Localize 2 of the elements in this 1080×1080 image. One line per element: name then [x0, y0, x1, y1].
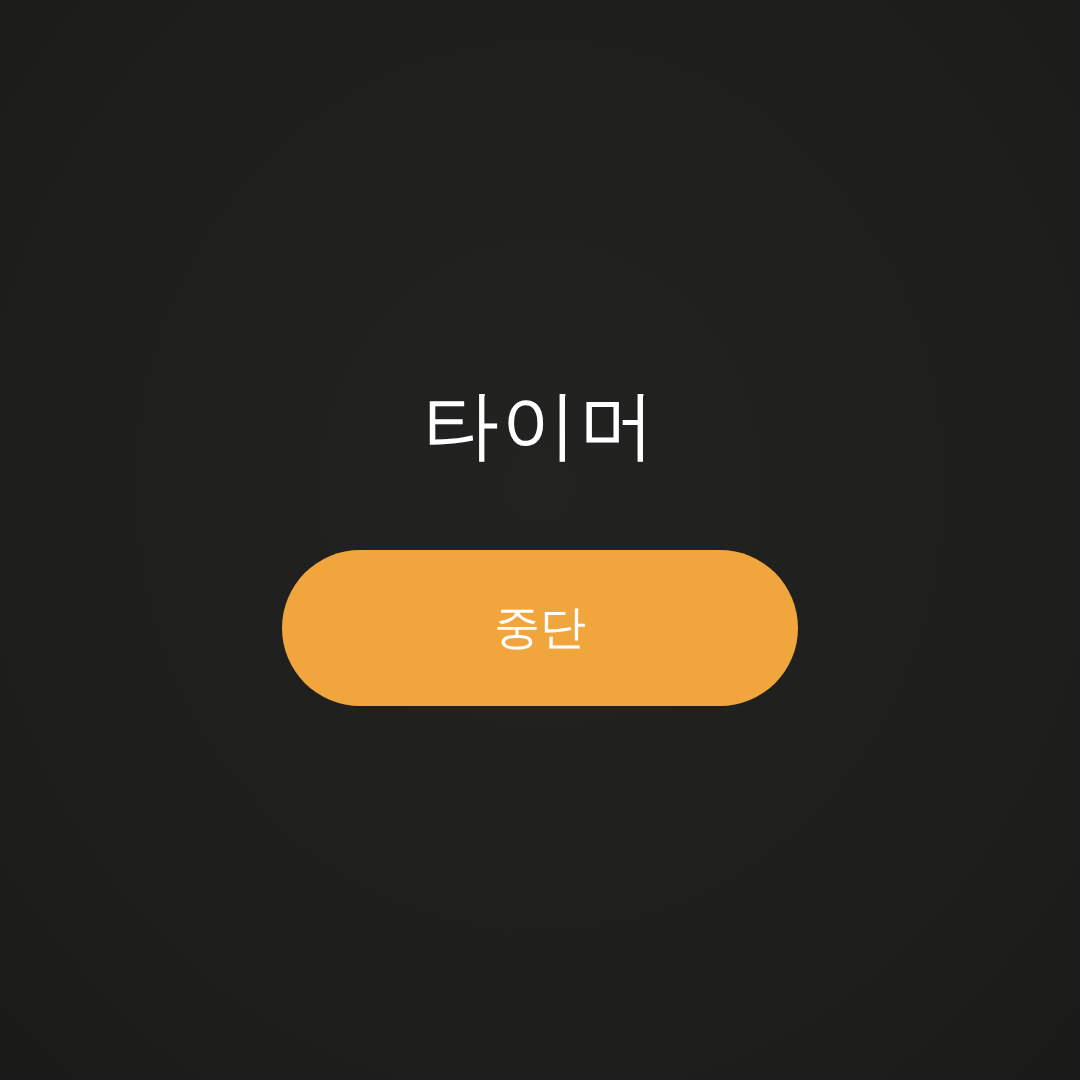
timer-title: 타이머 [423, 379, 657, 471]
stop-button[interactable]: 중단 [282, 550, 798, 706]
